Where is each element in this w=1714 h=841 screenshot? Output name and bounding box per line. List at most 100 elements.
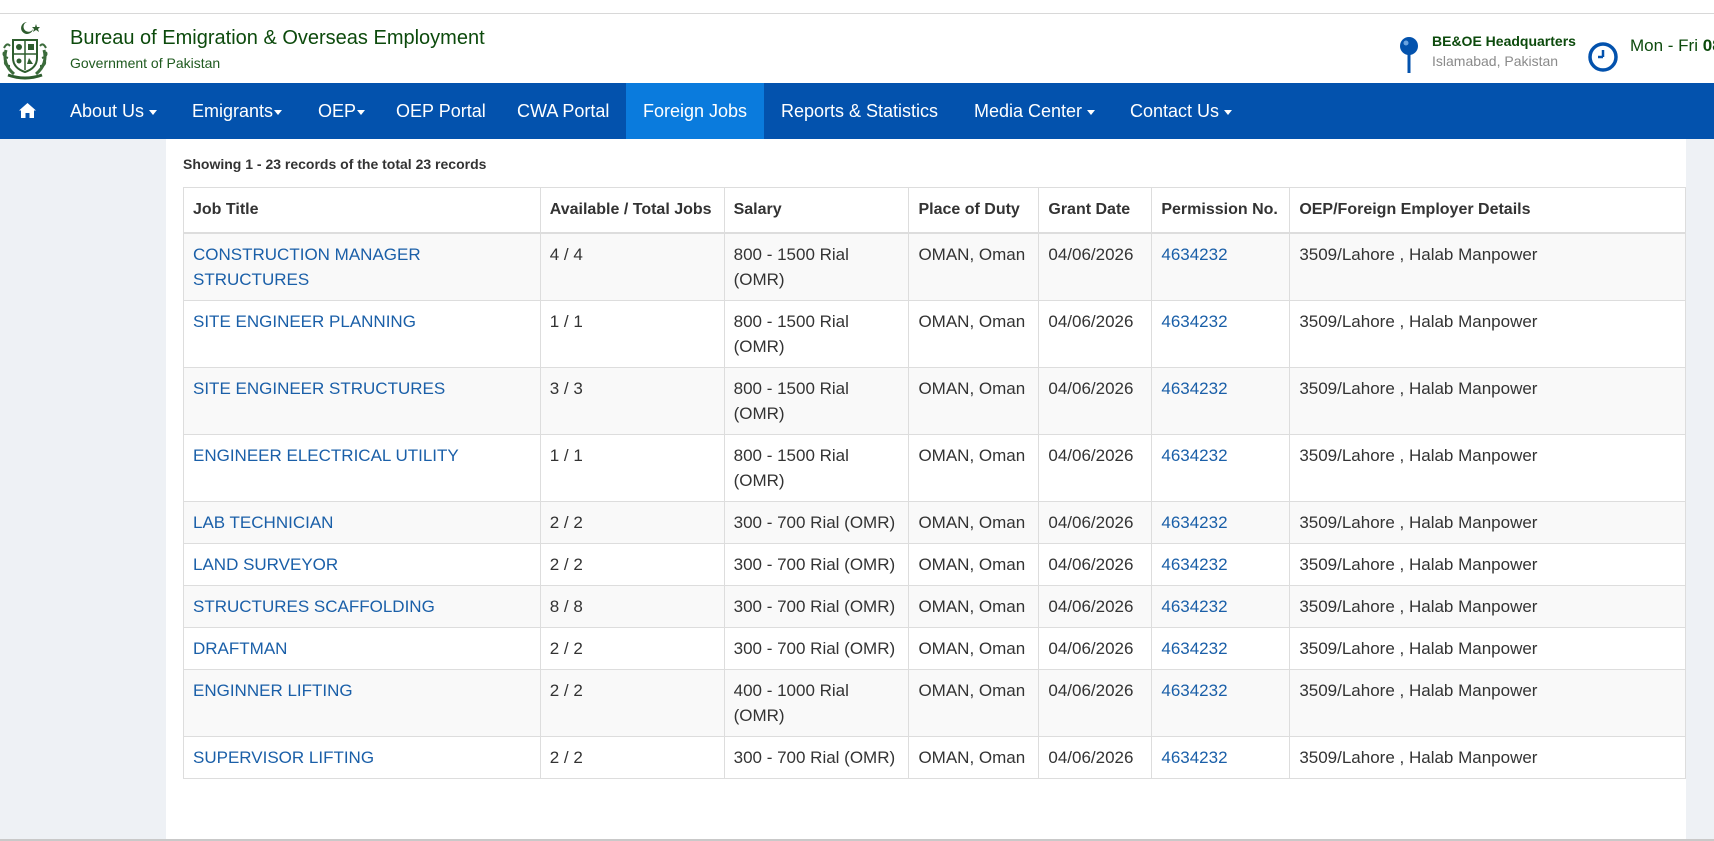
nav-about-us[interactable]: About Us — [70, 83, 158, 139]
cell-permission: 4634232 — [1151, 232, 1291, 301]
table-row: LAB TECHNICIAN 2 / 2 300 - 700 Rial (OMR… — [183, 501, 1686, 544]
cell-job-title: ENGINEER ELECTRICAL UTILITY — [183, 434, 541, 502]
office-hours-days: Mon - Fri — [1630, 36, 1703, 55]
permission-link[interactable]: 4634232 — [1161, 446, 1227, 465]
permission-link[interactable]: 4634232 — [1161, 681, 1227, 700]
cell-jobs: 1 / 1 — [539, 300, 725, 368]
clock-icon — [1588, 42, 1618, 72]
table-row: STRUCTURES SCAFFOLDING 8 / 8 300 - 700 R… — [183, 585, 1686, 628]
cell-jobs: 3 / 3 — [539, 367, 725, 435]
cell-job-title: SITE ENGINEER STRUCTURES — [183, 367, 541, 435]
cell-oep: 3509/Lahore , Halab Manpower — [1289, 627, 1686, 670]
col-permission-no[interactable]: Permission No. — [1151, 187, 1291, 234]
cell-place: OMAN, Oman — [908, 736, 1040, 779]
permission-link[interactable]: 4634232 — [1161, 513, 1227, 532]
job-title-link[interactable]: LAND SURVEYOR — [193, 555, 338, 574]
table-row: SUPERVISOR LIFTING 2 / 2 300 - 700 Rial … — [183, 736, 1686, 779]
nav-emigrants[interactable]: Emigrants — [192, 83, 283, 139]
job-title-link[interactable]: SITE ENGINEER PLANNING — [193, 312, 416, 331]
home-icon[interactable] — [18, 102, 37, 119]
col-salary[interactable]: Salary — [723, 187, 910, 234]
job-title-link[interactable]: DRAFTMAN — [193, 639, 287, 658]
job-title-link[interactable]: ENGINNER LIFTING — [193, 681, 353, 700]
permission-link[interactable]: 4634232 — [1161, 555, 1227, 574]
cell-grant-date: 04/06/2026 — [1038, 300, 1153, 368]
col-available-jobs[interactable]: Available / Total Jobs — [539, 187, 725, 234]
office-hours: Mon - Fri 08 — [1630, 36, 1714, 56]
job-title-link[interactable]: SUPERVISOR LIFTING — [193, 748, 374, 767]
nav-oep-portal-label: OEP Portal — [396, 101, 486, 121]
nav-cwa-portal-label: CWA Portal — [517, 101, 610, 121]
nav-foreign-jobs[interactable]: Foreign Jobs — [626, 83, 765, 139]
permission-link[interactable]: 4634232 — [1161, 748, 1227, 767]
site-header: Bureau of Emigration & Overseas Employme… — [0, 14, 1714, 83]
cell-oep: 3509/Lahore , Halab Manpower — [1289, 585, 1686, 628]
cell-oep: 3509/Lahore , Halab Manpower — [1289, 501, 1686, 544]
cell-job-title: ENGINNER LIFTING — [183, 669, 541, 737]
cell-oep: 3509/Lahore , Halab Manpower — [1289, 367, 1686, 435]
cell-job-title: SUPERVISOR LIFTING — [183, 736, 541, 779]
cell-jobs: 2 / 2 — [539, 736, 725, 779]
cell-place: OMAN, Oman — [908, 543, 1040, 586]
job-title-link[interactable]: ENGINEER ELECTRICAL UTILITY — [193, 446, 459, 465]
col-grant-date[interactable]: Grant Date — [1038, 187, 1153, 234]
records-summary: Showing 1 - 23 records of the total 23 r… — [183, 156, 487, 172]
cell-grant-date: 04/06/2026 — [1038, 501, 1153, 544]
nav-reports-statistics-label: Reports & Statistics — [781, 101, 939, 121]
nav-oep-portal[interactable]: OEP Portal — [396, 83, 486, 139]
cell-salary: 300 - 700 Rial (OMR) — [723, 627, 910, 670]
cell-grant-date: 04/06/2026 — [1038, 434, 1153, 502]
job-title-link[interactable]: LAB TECHNICIAN — [193, 513, 333, 532]
nav-reports-statistics[interactable]: Reports & Statistics — [781, 83, 938, 139]
cell-grant-date: 04/06/2026 — [1038, 627, 1153, 670]
site-subtitle: Government of Pakistan — [70, 55, 221, 71]
permission-link[interactable]: 4634232 — [1161, 245, 1227, 264]
col-oep-details[interactable]: OEP/Foreign Employer Details — [1289, 187, 1686, 234]
cell-oep: 3509/Lahore , Halab Manpower — [1289, 736, 1686, 779]
permission-link[interactable]: 4634232 — [1161, 312, 1227, 331]
table-row: SITE ENGINEER STRUCTURES 3 / 3 800 - 150… — [183, 367, 1686, 435]
cell-grant-date: 04/06/2026 — [1038, 543, 1153, 586]
chevron-down-icon — [1087, 109, 1096, 115]
job-title-link[interactable]: SITE ENGINEER STRUCTURES — [193, 379, 445, 398]
nav-oep-label: OEP — [318, 101, 357, 121]
permission-link[interactable]: 4634232 — [1161, 639, 1227, 658]
cell-oep: 3509/Lahore , Halab Manpower — [1289, 232, 1686, 301]
cell-grant-date: 04/06/2026 — [1038, 736, 1153, 779]
cell-job-title: LAB TECHNICIAN — [183, 501, 541, 544]
table-row: DRAFTMAN 2 / 2 300 - 700 Rial (OMR) OMAN… — [183, 627, 1686, 670]
nav-cwa-portal[interactable]: CWA Portal — [517, 83, 609, 139]
cell-permission: 4634232 — [1151, 627, 1291, 670]
site-title[interactable]: Bureau of Emigration & Overseas Employme… — [70, 27, 485, 50]
cell-permission: 4634232 — [1151, 300, 1291, 368]
job-title-link[interactable]: STRUCTURES SCAFFOLDING — [193, 597, 435, 616]
cell-job-title: CONSTRUCTION MANAGER STRUCTURES — [183, 232, 541, 301]
cell-permission: 4634232 — [1151, 736, 1291, 779]
cell-oep: 3509/Lahore , Halab Manpower — [1289, 434, 1686, 502]
cell-permission: 4634232 — [1151, 434, 1291, 502]
cell-grant-date: 04/06/2026 — [1038, 585, 1153, 628]
cell-job-title: DRAFTMAN — [183, 627, 541, 670]
col-job-title[interactable]: Job Title — [183, 187, 541, 234]
nav-contact-us[interactable]: Contact Us — [1130, 83, 1233, 139]
cell-permission: 4634232 — [1151, 669, 1291, 737]
col-place-of-duty[interactable]: Place of Duty — [908, 187, 1040, 234]
cell-salary: 300 - 700 Rial (OMR) — [723, 501, 910, 544]
cell-jobs: 2 / 2 — [539, 669, 725, 737]
location-name: BE&OE Headquarters — [1432, 33, 1576, 49]
cell-jobs: 1 / 1 — [539, 434, 725, 502]
table-row: LAND SURVEYOR 2 / 2 300 - 700 Rial (OMR)… — [183, 543, 1686, 586]
cell-place: OMAN, Oman — [908, 232, 1040, 301]
nav-media-center[interactable]: Media Center — [974, 83, 1096, 139]
cell-job-title: SITE ENGINEER PLANNING — [183, 300, 541, 368]
cell-salary: 300 - 700 Rial (OMR) — [723, 543, 910, 586]
permission-link[interactable]: 4634232 — [1161, 379, 1227, 398]
job-title-link[interactable]: CONSTRUCTION MANAGER STRUCTURES — [193, 245, 421, 289]
cell-salary: 800 - 1500 Rial (OMR) — [723, 232, 910, 301]
nav-oep[interactable]: OEP — [318, 83, 366, 139]
permission-link[interactable]: 4634232 — [1161, 597, 1227, 616]
cell-place: OMAN, Oman — [908, 300, 1040, 368]
cell-place: OMAN, Oman — [908, 585, 1040, 628]
nav-contact-us-label: Contact Us — [1130, 101, 1220, 121]
cell-grant-date: 04/06/2026 — [1038, 669, 1153, 737]
